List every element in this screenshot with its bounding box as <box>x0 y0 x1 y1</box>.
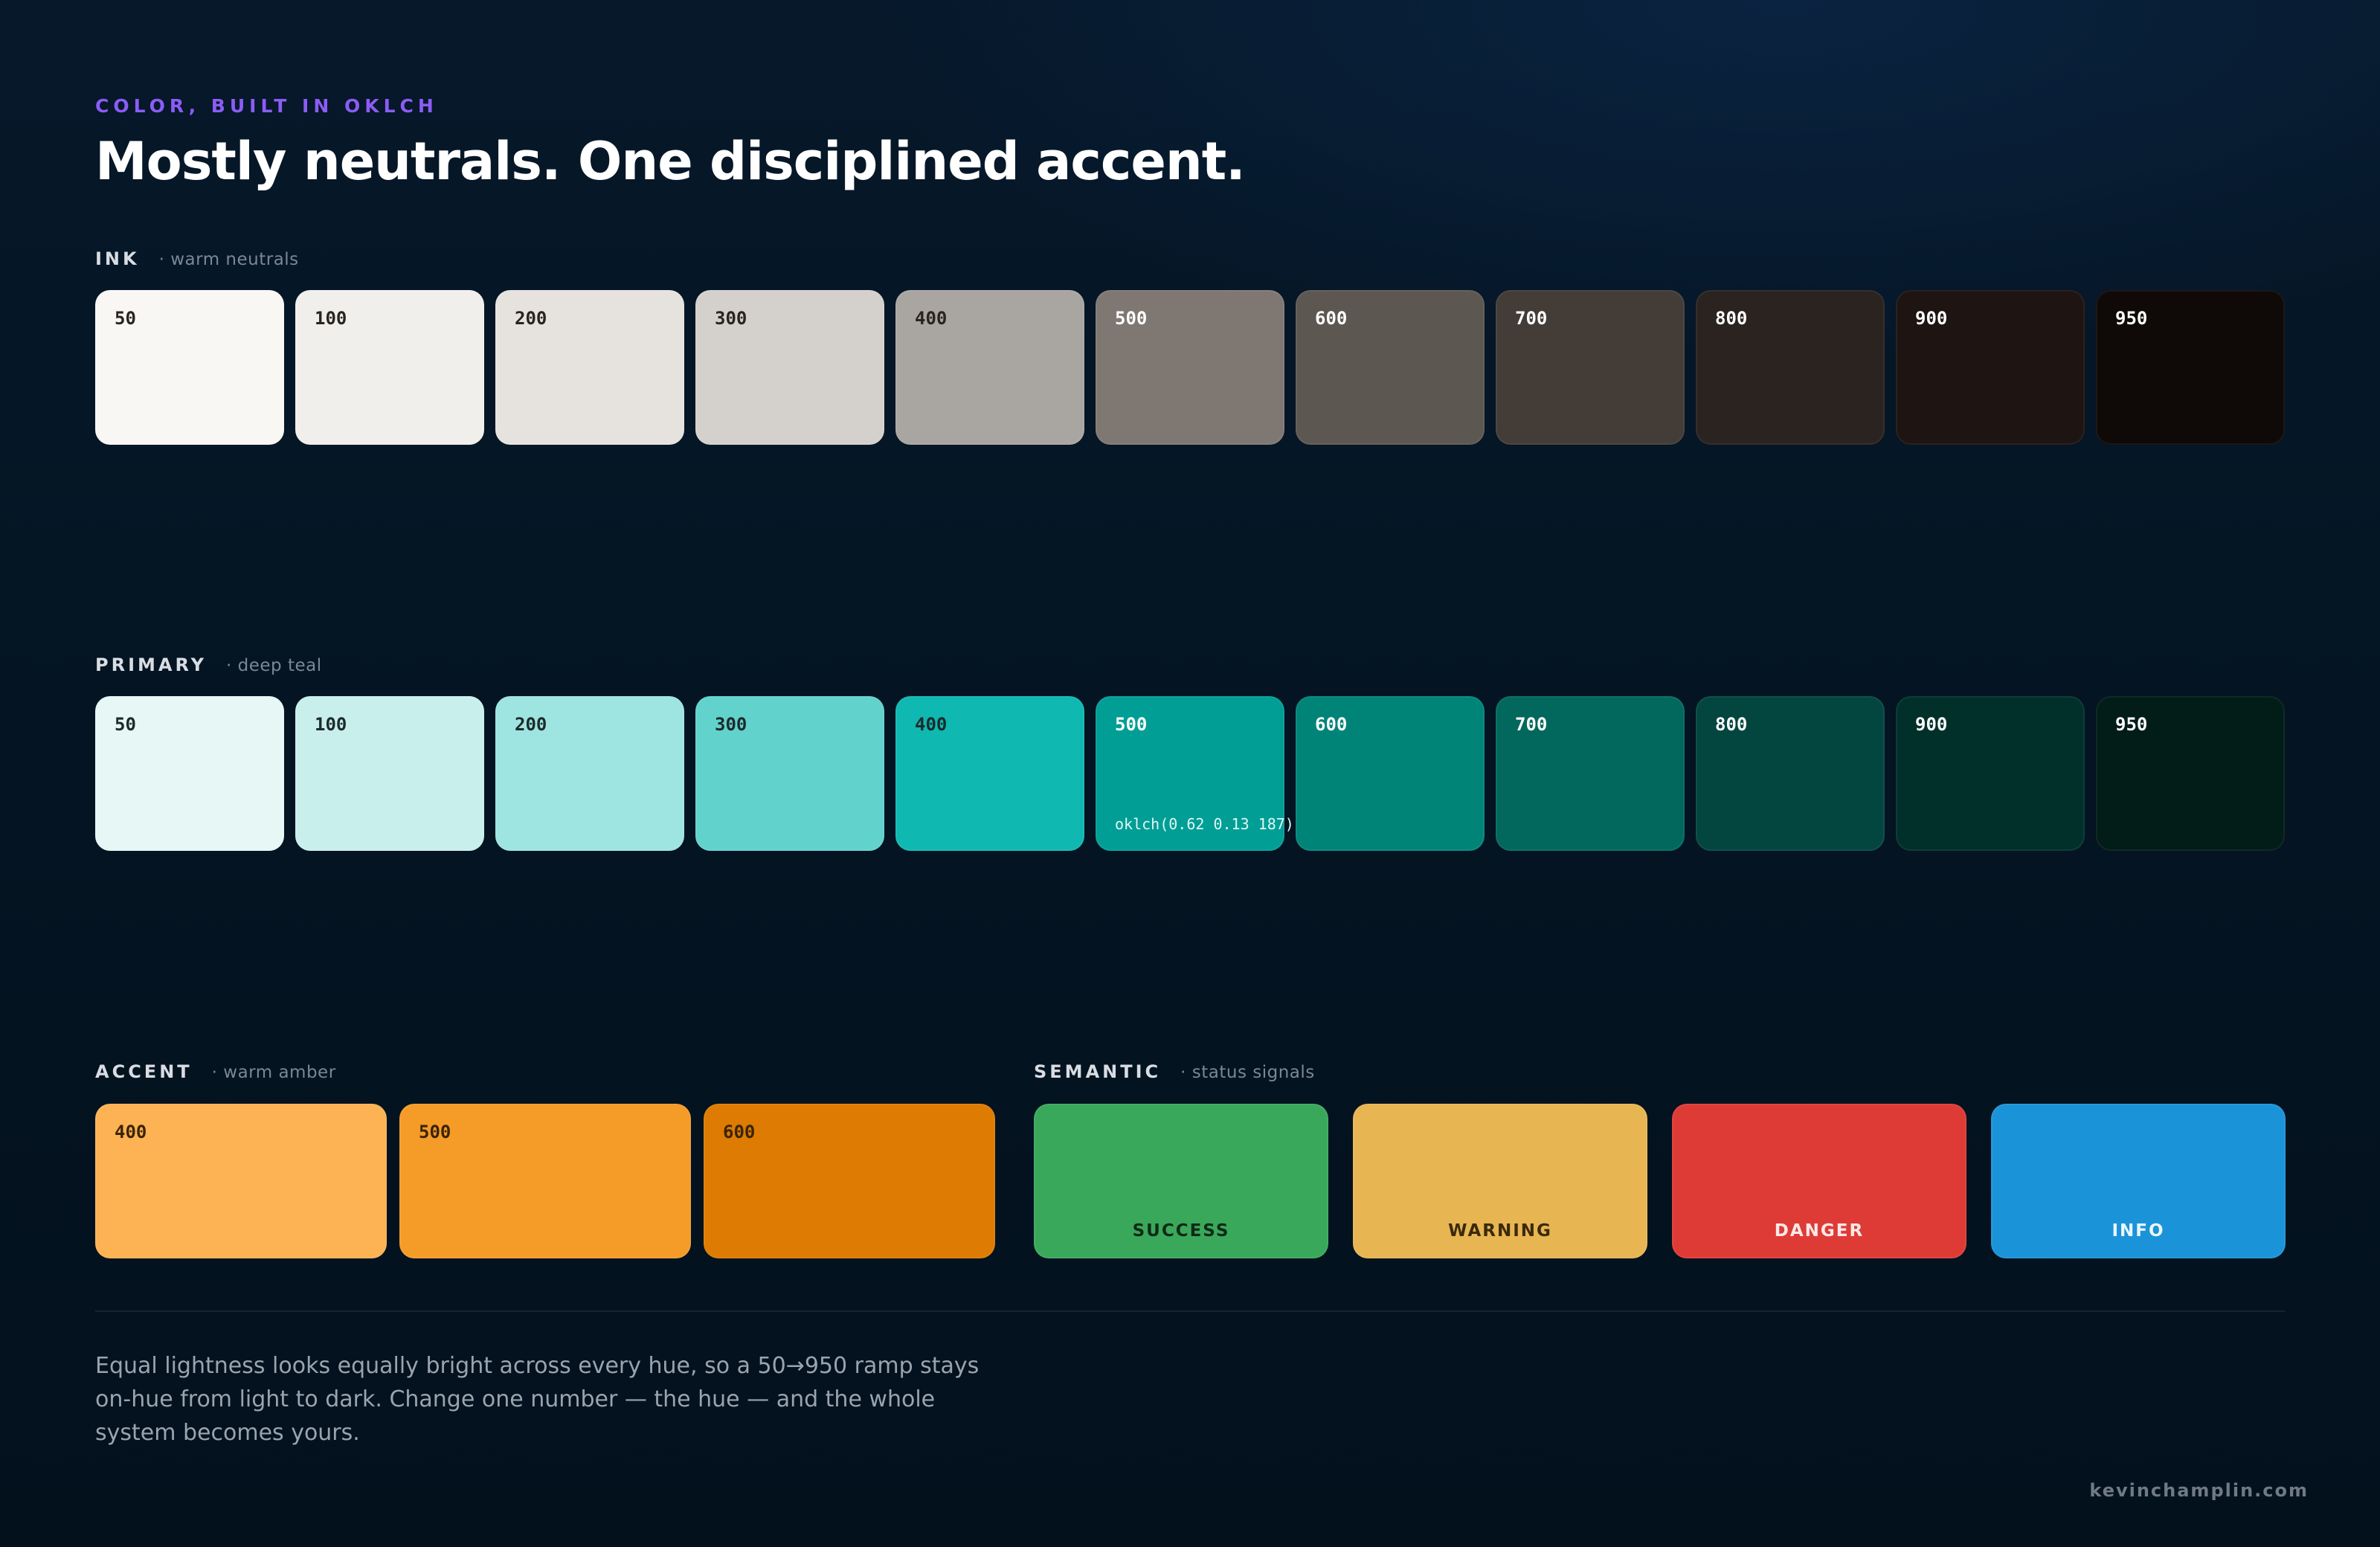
primary-swatch-200[interactable]: 200 <box>495 696 684 851</box>
swatch-label: DANGER <box>1774 1221 1865 1241</box>
ink-swatch-200[interactable]: 200 <box>495 290 684 445</box>
primary-swatch-900[interactable]: 900 <box>1896 696 2085 851</box>
eyebrow: COLOR, BUILT IN OKLCH <box>95 95 438 117</box>
swatch-step: 700 <box>1515 308 1548 329</box>
primary-section-desc: · deep teal <box>226 656 322 675</box>
swatch-step: 100 <box>315 308 347 329</box>
swatch-step: 600 <box>723 1122 756 1142</box>
primary-swatch-950[interactable]: 950 <box>2096 696 2285 851</box>
divider <box>95 1310 2285 1312</box>
primary-swatch-400[interactable]: 400 <box>895 696 1084 851</box>
swatch-step: 400 <box>915 308 948 329</box>
ink-swatch-50[interactable]: 50 <box>95 290 284 445</box>
accent-swatch-row: 400 500 600 <box>95 1104 995 1258</box>
swatch-step: 100 <box>315 714 347 735</box>
ink-swatch-100[interactable]: 100 <box>295 290 484 445</box>
swatch-step: 50 <box>115 714 136 735</box>
swatch-step: 50 <box>115 308 136 329</box>
primary-swatch-row: 50 100 200 300 400 500 oklch(0.62 0.13 187) 600… <box>95 696 2285 851</box>
ink-swatch-300[interactable]: 300 <box>695 290 884 445</box>
swatch-step: 800 <box>1715 308 1748 329</box>
swatch-step: 400 <box>915 714 948 735</box>
ink-swatch-800[interactable]: 800 <box>1696 290 1885 445</box>
semantic-section-label: SEMANTIC · status signals <box>1034 1061 1315 1082</box>
swatch-step: 900 <box>1915 714 1948 735</box>
swatch-step: 200 <box>515 714 547 735</box>
primary-swatch-700[interactable]: 700 <box>1496 696 1685 851</box>
ink-swatch-950[interactable]: 950 <box>2096 290 2285 445</box>
primary-swatch-800[interactable]: 800 <box>1696 696 1885 851</box>
swatch-step: 600 <box>1315 714 1348 735</box>
semantic-swatch-danger[interactable]: DANGER <box>1672 1104 1966 1258</box>
accent-swatch-600[interactable]: 600 <box>704 1104 995 1258</box>
swatch-label: INFO <box>2112 1221 2165 1241</box>
accent-section-label: ACCENT · warm amber <box>95 1061 336 1082</box>
primary-swatch-300[interactable]: 300 <box>695 696 884 851</box>
primary-swatch-600[interactable]: 600 <box>1296 696 1485 851</box>
semantic-section-name: SEMANTIC <box>1034 1061 1162 1082</box>
swatch-label: WARNING <box>1448 1221 1552 1241</box>
semantic-swatch-row: SUCCESS WARNING DANGER INFO <box>1034 1104 2286 1258</box>
footer-credit[interactable]: kevinchamplin.com <box>2089 1480 2309 1501</box>
semantic-section-desc: · status signals <box>1180 1063 1315 1082</box>
semantic-swatch-success[interactable]: SUCCESS <box>1034 1104 1328 1258</box>
primary-swatch-500[interactable]: 500 oklch(0.62 0.13 187) <box>1096 696 1294 851</box>
accent-section-desc: · warm amber <box>211 1063 336 1082</box>
primary-section-name: PRIMARY <box>95 654 208 675</box>
ink-section-desc: · warm neutrals <box>158 250 299 269</box>
swatch-label: SUCCESS <box>1132 1221 1230 1241</box>
primary-section-label: PRIMARY · deep teal <box>95 654 322 675</box>
accent-section-name: ACCENT <box>95 1061 193 1082</box>
semantic-swatch-info[interactable]: INFO <box>1991 1104 2286 1258</box>
swatch-oklch-value: oklch(0.62 0.13 187) <box>1115 815 1294 833</box>
swatch-step: 500 <box>1115 714 1148 735</box>
swatch-step: 300 <box>715 714 747 735</box>
ink-swatch-900[interactable]: 900 <box>1896 290 2085 445</box>
semantic-swatch-warning[interactable]: WARNING <box>1353 1104 1647 1258</box>
swatch-step: 700 <box>1515 714 1548 735</box>
primary-swatch-50[interactable]: 50 <box>95 696 284 851</box>
ink-swatch-row: 50 100 200 300 400 500 600 700 800 900 950 <box>95 290 2285 445</box>
swatch-step: 300 <box>715 308 747 329</box>
swatch-step: 500 <box>419 1122 451 1142</box>
swatch-step: 200 <box>515 308 547 329</box>
ink-swatch-500[interactable]: 500 <box>1096 290 1284 445</box>
ink-swatch-400[interactable]: 400 <box>895 290 1084 445</box>
body-text: Equal lightness looks equally bright acr… <box>95 1353 980 1446</box>
swatch-step: 800 <box>1715 714 1748 735</box>
ink-section-label: INK · warm neutrals <box>95 248 299 269</box>
swatch-step: 500 <box>1115 308 1148 329</box>
ink-swatch-600[interactable]: 600 <box>1296 290 1485 445</box>
swatch-step: 950 <box>2115 308 2148 329</box>
ink-section-name: INK <box>95 248 140 269</box>
ink-swatch-700[interactable]: 700 <box>1496 290 1685 445</box>
accent-swatch-500[interactable]: 500 <box>399 1104 691 1258</box>
swatch-step: 950 <box>2115 714 2148 735</box>
swatch-step: 900 <box>1915 308 1948 329</box>
swatch-step: 600 <box>1315 308 1348 329</box>
accent-swatch-400[interactable]: 400 <box>95 1104 387 1258</box>
swatch-step: 400 <box>115 1122 147 1142</box>
primary-swatch-100[interactable]: 100 <box>295 696 484 851</box>
page-title: Mostly neutrals. One disciplined accent. <box>95 131 1246 192</box>
